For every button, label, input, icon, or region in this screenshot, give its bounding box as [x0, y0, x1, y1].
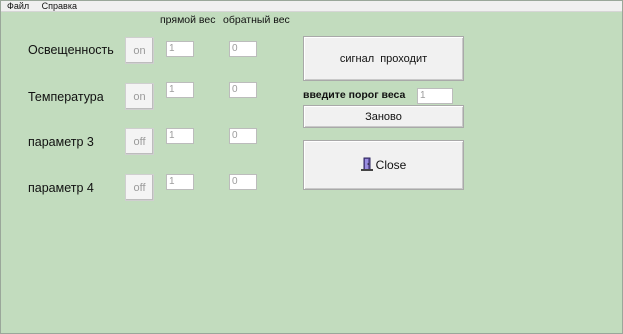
signal-button[interactable]: сигнал проходит — [303, 36, 464, 81]
reset-button-label: Заново — [365, 110, 402, 123]
menu-file[interactable]: Файл — [1, 1, 34, 11]
threshold-input[interactable]: 1 — [417, 88, 453, 104]
forward-weight-header: прямой вес — [160, 14, 216, 26]
param-3-toggle-button[interactable]: off — [125, 128, 154, 155]
param-4-label: параметр 4 — [28, 181, 94, 195]
param-1-label: Освещенность — [28, 43, 114, 57]
menu-bar: Файл Справка — [1, 1, 622, 12]
param-2-reverse-weight-input[interactable]: 0 — [229, 82, 257, 98]
app-window: Файл Справка прямой вес обратный вес Осв… — [0, 0, 623, 334]
close-button[interactable]: Close — [303, 140, 464, 190]
signal-button-label: сигнал проходит — [339, 52, 428, 65]
param-4-forward-weight-input[interactable]: 1 — [166, 174, 194, 190]
reverse-weight-header: обратный вес — [223, 14, 290, 26]
param-2-toggle-button[interactable]: on — [125, 83, 154, 110]
param-3-forward-weight-input[interactable]: 1 — [166, 128, 194, 144]
param-3-label: параметр 3 — [28, 135, 94, 149]
param-4-toggle-button[interactable]: off — [125, 174, 154, 201]
param-3-reverse-weight-input[interactable]: 0 — [229, 128, 257, 144]
param-4-reverse-weight-input[interactable]: 0 — [229, 174, 257, 190]
param-1-forward-weight-input[interactable]: 1 — [166, 41, 194, 57]
reset-button[interactable]: Заново — [303, 105, 464, 128]
param-2-forward-weight-input[interactable]: 1 — [166, 82, 194, 98]
threshold-label: введите порог веса — [303, 89, 406, 101]
close-button-label: Close — [375, 158, 407, 172]
param-1-toggle-button[interactable]: on — [125, 37, 154, 64]
menu-help[interactable]: Справка — [37, 1, 82, 11]
param-2-label: Температура — [28, 90, 104, 104]
param-1-reverse-weight-input[interactable]: 0 — [229, 41, 257, 57]
door-exit-icon — [360, 157, 373, 174]
